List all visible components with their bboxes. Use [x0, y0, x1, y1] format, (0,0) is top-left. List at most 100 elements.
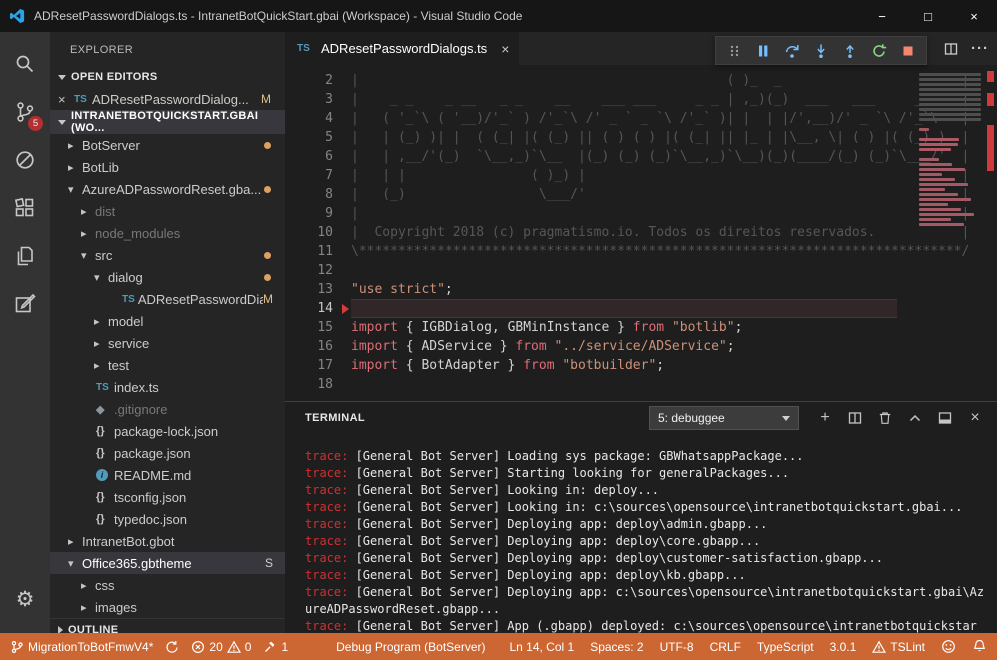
open-editors-header[interactable]: OPEN EDITORS [50, 66, 285, 88]
activitybar-edit[interactable] [0, 280, 50, 328]
tree-file-readme-md[interactable]: iREADME.md [50, 464, 285, 486]
drag-handle-icon[interactable] [721, 38, 747, 64]
code-line[interactable]: \***************************************… [351, 242, 897, 261]
debug-target[interactable]: Debug Program (BotServer) [336, 640, 485, 654]
notifications-button[interactable] [972, 639, 987, 654]
outline-header[interactable]: OUTLINE [50, 618, 285, 633]
code-line[interactable]: | | ,__/'(_) `\__,_)`\__ |(_) (_) (_)`\_… [351, 147, 897, 166]
code-line[interactable] [351, 261, 897, 280]
tree-folder-css[interactable]: ▸css [50, 574, 285, 596]
feedback-button[interactable] [941, 639, 956, 654]
chevron-right-icon: ▸ [81, 227, 95, 240]
terminal-line-prefix: trace: [305, 483, 348, 497]
tree-file-adresetpassworddial-[interactable]: TSADResetPasswordDial...M [50, 288, 285, 310]
tree-file-tsconfig-json[interactable]: {}tsconfig.json [50, 486, 285, 508]
code-line[interactable]: import { ADService } from "../service/AD… [351, 337, 897, 356]
tree-file-typedoc-json[interactable]: {}typedoc.json [50, 508, 285, 530]
tree-file--gitignore[interactable]: ◆.gitignore [50, 398, 285, 420]
line-number-value: 7 [325, 166, 333, 185]
cursor-position[interactable]: Ln 14, Col 1 [509, 640, 574, 654]
close-panel-button[interactable] [967, 410, 983, 426]
terminal-tab[interactable]: TERMINAL [305, 412, 365, 424]
close-icon[interactable]: × [501, 41, 509, 57]
stop-button[interactable] [895, 38, 921, 64]
tree-folder-service[interactable]: ▸service [50, 332, 285, 354]
code-line[interactable]: "use strict"; [351, 280, 897, 299]
open-editor-item[interactable]: × TS ADResetPasswordDialog... M [50, 88, 285, 110]
minimap-line [919, 138, 959, 141]
settings-button[interactable]: ⚙ [0, 575, 50, 623]
eol-sequence[interactable]: CRLF [710, 640, 741, 654]
activitybar-debug[interactable] [0, 136, 50, 184]
step-into-button[interactable] [808, 38, 834, 64]
pause-button[interactable] [750, 38, 776, 64]
activitybar-extensions[interactable] [0, 184, 50, 232]
code-line[interactable]: | | (_) )| | ( (_| |( (_) || ( ) ( ) |( … [351, 128, 897, 147]
tree-folder-office365-gbtheme[interactable]: ▾Office365.gbthemeS [50, 552, 285, 574]
code-line[interactable]: | ( )_ _ | [351, 71, 897, 90]
tree-file-package-lock-json[interactable]: {}package-lock.json [50, 420, 285, 442]
code-area[interactable]: | ( )_ _ || _ _ _ __ _ _ __ ___ ___ _ _ … [351, 71, 997, 401]
tree-folder-node-modules[interactable]: ▸node_modules [50, 222, 285, 244]
minimap-line [919, 148, 951, 151]
tree-folder-intranetbot-gbot[interactable]: ▸IntranetBot.gbot [50, 530, 285, 552]
tree-folder-botserver[interactable]: ▸BotServer [50, 134, 285, 156]
restart-button[interactable] [866, 38, 892, 64]
tasks-indicator[interactable]: 1 [263, 640, 288, 654]
code-line[interactable]: import { IGBDialog, GBMinInstance } from… [351, 318, 897, 337]
close-button[interactable]: × [951, 0, 997, 32]
tslint-status[interactable]: TSLint [872, 640, 925, 654]
tree-file-index-ts[interactable]: TSindex.ts [50, 376, 285, 398]
activitybar-source-control[interactable]: 5 [0, 88, 50, 136]
kill-terminal-button[interactable] [877, 410, 893, 426]
tree-folder-botlib[interactable]: ▸BotLib [50, 156, 285, 178]
minimap[interactable] [919, 73, 981, 228]
language-mode[interactable]: TypeScript [757, 640, 814, 654]
activitybar-explorer[interactable] [0, 232, 50, 280]
tree-folder-src[interactable]: ▾src [50, 244, 285, 266]
code-token: { [406, 320, 422, 335]
step-over-button[interactable] [779, 38, 805, 64]
tree-folder-dialog[interactable]: ▾dialog [50, 266, 285, 288]
terminal-select[interactable]: 5: debuggee [649, 406, 799, 430]
step-out-button[interactable] [837, 38, 863, 64]
split-terminal-button[interactable] [847, 410, 863, 426]
code-line[interactable] [351, 375, 897, 394]
tree-folder-azureadpasswordreset-gba-[interactable]: ▾AzureADPasswordReset.gba... [50, 178, 285, 200]
split-editor-button[interactable] [943, 41, 959, 57]
branch-name: MigrationToBotFmwV4* [28, 640, 153, 654]
code-line[interactable]: | | [351, 204, 897, 223]
branch-indicator[interactable]: MigrationToBotFmwV4* [10, 640, 153, 654]
code-line[interactable]: | _ _ _ __ _ _ __ ___ ___ _ _ | ,_)(_) _… [351, 90, 897, 109]
tree-folder-test[interactable]: ▸test [50, 354, 285, 376]
activitybar-search[interactable] [0, 40, 50, 88]
tree-folder-model[interactable]: ▸model [50, 310, 285, 332]
minimize-button[interactable]: − [859, 0, 905, 32]
encoding[interactable]: UTF-8 [660, 640, 694, 654]
new-terminal-button[interactable] [817, 410, 833, 426]
tree-folder-dist[interactable]: ▸dist [50, 200, 285, 222]
indentation[interactable]: Spaces: 2 [590, 640, 643, 654]
code-line[interactable]: | (_) \___/' | [351, 185, 897, 204]
maximize-button[interactable]: □ [905, 0, 951, 32]
panel-layout-button[interactable] [937, 410, 953, 426]
tab-adresetpassworddialogs[interactable]: TS ADResetPasswordDialogs.ts × [285, 32, 519, 65]
ts-version[interactable]: 3.0.1 [830, 640, 857, 654]
code-token: ; [445, 282, 453, 297]
more-actions-button[interactable] [971, 40, 989, 58]
tree-file-package-json[interactable]: {}package.json [50, 442, 285, 464]
close-icon[interactable]: × [58, 92, 74, 107]
maximize-panel-button[interactable] [907, 410, 923, 426]
tree-item-label: BotServer [82, 138, 140, 153]
terminal-line: trace: [General Bot Server] Looking in: … [305, 499, 987, 516]
code-line[interactable]: | ( '_`\ ( '__)/'_` ) /'_`\ /' _ ` _ `\ … [351, 109, 897, 128]
workspace-section-header[interactable]: INTRANETBOTQUICKSTART.GBAI (WO... [50, 110, 285, 134]
code-line[interactable]: | Copyright 2018 (c) pragmatismo.io. Tod… [351, 223, 897, 242]
code-line[interactable]: import { BotAdapter } from "botbuilder"; [351, 356, 897, 375]
problems-indicator[interactable]: 20 0 [191, 640, 251, 654]
code-line[interactable]: | | | ( )_) | | [351, 166, 897, 185]
terminal-output[interactable]: trace: [General Bot Server] Loading sys … [285, 434, 997, 633]
sync-button[interactable] [165, 640, 179, 654]
tree-folder-images[interactable]: ▸images [50, 596, 285, 618]
code-line[interactable] [351, 299, 897, 318]
